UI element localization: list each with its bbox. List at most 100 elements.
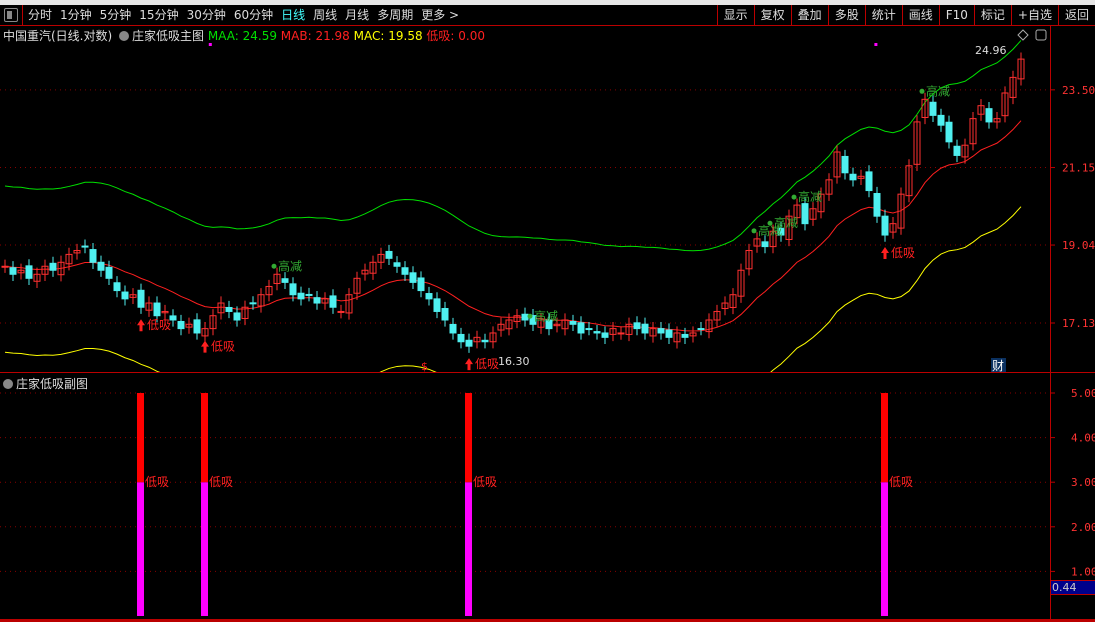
candle-body: [697, 328, 705, 331]
candle-body: [297, 292, 305, 300]
candle-body: [633, 322, 641, 330]
low-signal-label: 低吸: [147, 318, 171, 332]
sub-y-tick-label: 5.00: [1071, 387, 1095, 400]
panel-divider[interactable]: [0, 372, 1095, 373]
candle-body: [657, 328, 665, 334]
sub-bar-low: [137, 482, 144, 616]
up-arrow-icon: [881, 247, 889, 260]
min-price-label: 16.30: [498, 355, 530, 368]
candle-body: [425, 293, 433, 300]
panel-toggle-icon: [1035, 29, 1047, 41]
candle-body: [481, 339, 489, 343]
candle-body: [937, 114, 945, 126]
sub-title-label: 庄家低吸副图: [16, 377, 89, 391]
sub-bar-label: 低吸: [145, 475, 169, 489]
candle-body: [577, 322, 585, 334]
candle-body: [193, 319, 201, 334]
high-signal-dot: [791, 194, 797, 200]
candle-body: [457, 333, 465, 343]
candle-body: [569, 320, 577, 325]
y-tick-label: 17.13: [1062, 317, 1095, 330]
candle-body: [113, 282, 121, 292]
candle-body: [249, 302, 257, 305]
sub-bar-low: [881, 482, 888, 616]
candle-body: [865, 171, 873, 192]
sub-y-tick-label: 3.00: [1071, 476, 1095, 489]
candle-body: [329, 295, 337, 308]
sub-bar-high: [137, 393, 144, 483]
candle-body: [953, 145, 961, 156]
candle-body: [681, 333, 689, 338]
high-signal-label: 高减: [534, 308, 558, 323]
high-signal-label: 高减: [926, 83, 950, 98]
candle-body: [849, 173, 857, 181]
candle-body: [105, 266, 113, 279]
low-signal-label: 低吸: [211, 340, 235, 354]
sub-y-tick-label: 4.00: [1071, 432, 1095, 445]
sub-bar-label: 低吸: [889, 475, 913, 489]
current-value-label: 0.44: [1051, 580, 1095, 595]
up-arrow-icon: [137, 319, 145, 332]
sub-bar-label: 低吸: [209, 475, 233, 489]
finance-mark: 财: [992, 359, 1004, 373]
candle-body: [97, 261, 105, 271]
candle-body: [313, 297, 321, 304]
y-tick-label: 19.04: [1062, 239, 1095, 252]
high-signal-label: 高减: [798, 189, 822, 204]
low-signal-label: 低吸: [475, 357, 499, 371]
candle-body: [393, 262, 401, 267]
candle-body: [945, 121, 953, 143]
candle-body: [417, 277, 425, 292]
candle-body: [641, 323, 649, 334]
candle-body: [9, 267, 17, 275]
sub-bar-low: [201, 482, 208, 616]
candle-body: [593, 331, 601, 334]
up-arrow-icon: [201, 340, 209, 353]
candle-body: [449, 323, 457, 334]
candle-body: [305, 293, 313, 296]
sub-chart-title[interactable]: 庄家低吸副图: [3, 375, 88, 392]
candle-body: [337, 310, 345, 313]
axis-divider: [1050, 26, 1051, 622]
candle-body: [153, 302, 161, 317]
candle-body: [137, 289, 145, 308]
sub-bar-high: [881, 393, 888, 483]
price-chart[interactable]: 23.5021.1519.0417.13低吸低吸低吸低吸高减高减高减高减高减高减…: [0, 0, 1095, 622]
signal-dot: [874, 43, 878, 46]
candle-body: [929, 101, 937, 116]
sub-bar-low: [465, 482, 472, 616]
candle-body: [433, 298, 441, 312]
candle-body: [881, 215, 889, 236]
candle-body: [233, 312, 241, 321]
candle-body: [585, 328, 593, 331]
sub-dropdown-icon[interactable]: [3, 379, 13, 389]
low-signal-label: 低吸: [891, 246, 915, 260]
y-tick-label: 23.50: [1062, 84, 1095, 97]
candle-body: [985, 108, 993, 123]
candle-body: [665, 329, 673, 338]
candle-body: [1, 265, 9, 268]
high-signal-label: 高减: [774, 215, 798, 230]
candle-body: [441, 308, 449, 321]
maa-line: [4, 40, 1022, 252]
candle-body: [385, 250, 393, 259]
candle-body: [89, 249, 97, 263]
y-tick-label: 21.15: [1062, 162, 1095, 175]
candle-body: [289, 283, 297, 296]
candle-body: [177, 320, 185, 330]
candle-body: [841, 155, 849, 174]
sub-bar-label: 低吸: [473, 475, 497, 489]
high-signal-dot: [751, 228, 757, 234]
sub-y-tick-label: 1.00: [1071, 565, 1095, 578]
up-arrow-icon: [465, 358, 473, 371]
high-signal-label: 高减: [278, 258, 302, 273]
candle-body: [281, 278, 289, 283]
diamond-icon: [1017, 29, 1029, 41]
candle-body: [49, 262, 57, 271]
candle-body: [401, 267, 409, 275]
candle-body: [873, 193, 881, 217]
candle-body: [225, 306, 233, 312]
candle-body: [761, 241, 769, 248]
candle-body: [409, 272, 417, 283]
high-signal-dot: [271, 263, 277, 269]
